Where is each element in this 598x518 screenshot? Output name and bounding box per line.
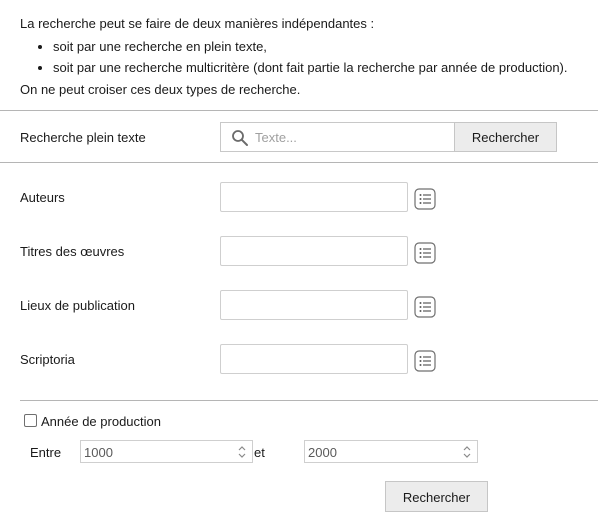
multicriteria-search-button[interactable]: Rechercher xyxy=(385,481,488,512)
divider-bottom xyxy=(20,400,598,401)
year-to-value: 2000 xyxy=(308,445,337,460)
lieux-list-icon[interactable] xyxy=(414,296,436,318)
intro-line1: La recherche peut se faire de deux maniè… xyxy=(20,16,375,31)
year-to-input[interactable]: 2000 xyxy=(304,440,478,463)
year-from-input[interactable]: 1000 xyxy=(80,440,253,463)
fulltext-search-button[interactable]: Rechercher xyxy=(454,122,557,152)
intro-bullet-list: soit par une recherche en plein texte, s… xyxy=(20,36,568,78)
production-year-checkbox[interactable] xyxy=(24,414,37,427)
search-page: La recherche peut se faire de deux maniè… xyxy=(0,0,598,518)
search-icon xyxy=(232,130,248,146)
divider-middle xyxy=(0,162,598,163)
production-year-label: Année de production xyxy=(41,414,161,429)
year-from-value: 1000 xyxy=(84,445,113,460)
criteria-label-scriptoria: Scriptoria xyxy=(20,352,75,367)
titres-list-icon[interactable] xyxy=(414,242,436,264)
and-label: et xyxy=(254,445,265,460)
criteria-label-lieux: Lieux de publication xyxy=(20,298,135,313)
criteria-label-auteurs: Auteurs xyxy=(20,190,65,205)
scriptoria-list-icon[interactable] xyxy=(414,350,436,372)
lieux-input[interactable] xyxy=(220,290,408,320)
year-from-spinner-icon[interactable] xyxy=(237,444,247,460)
intro-line2: On ne peut croiser ces deux types de rec… xyxy=(20,82,301,97)
year-to-spinner-icon[interactable] xyxy=(462,444,472,460)
auteurs-list-icon[interactable] xyxy=(414,188,436,210)
titres-input[interactable] xyxy=(220,236,408,266)
intro-text: La recherche peut se faire de deux maniè… xyxy=(20,14,568,100)
criteria-label-titres: Titres des œuvres xyxy=(20,244,125,259)
fulltext-label: Recherche plein texte xyxy=(20,130,146,145)
auteurs-input[interactable] xyxy=(220,182,408,212)
intro-bullet-1: soit par une recherche en plein texte, xyxy=(53,36,568,57)
fulltext-search-input[interactable]: Texte... xyxy=(220,122,455,152)
divider-top xyxy=(0,110,598,111)
scriptoria-input[interactable] xyxy=(220,344,408,374)
intro-bullet-2: soit par une recherche multicritère (don… xyxy=(53,57,568,78)
fulltext-placeholder: Texte... xyxy=(255,130,297,145)
between-label: Entre xyxy=(30,445,62,460)
